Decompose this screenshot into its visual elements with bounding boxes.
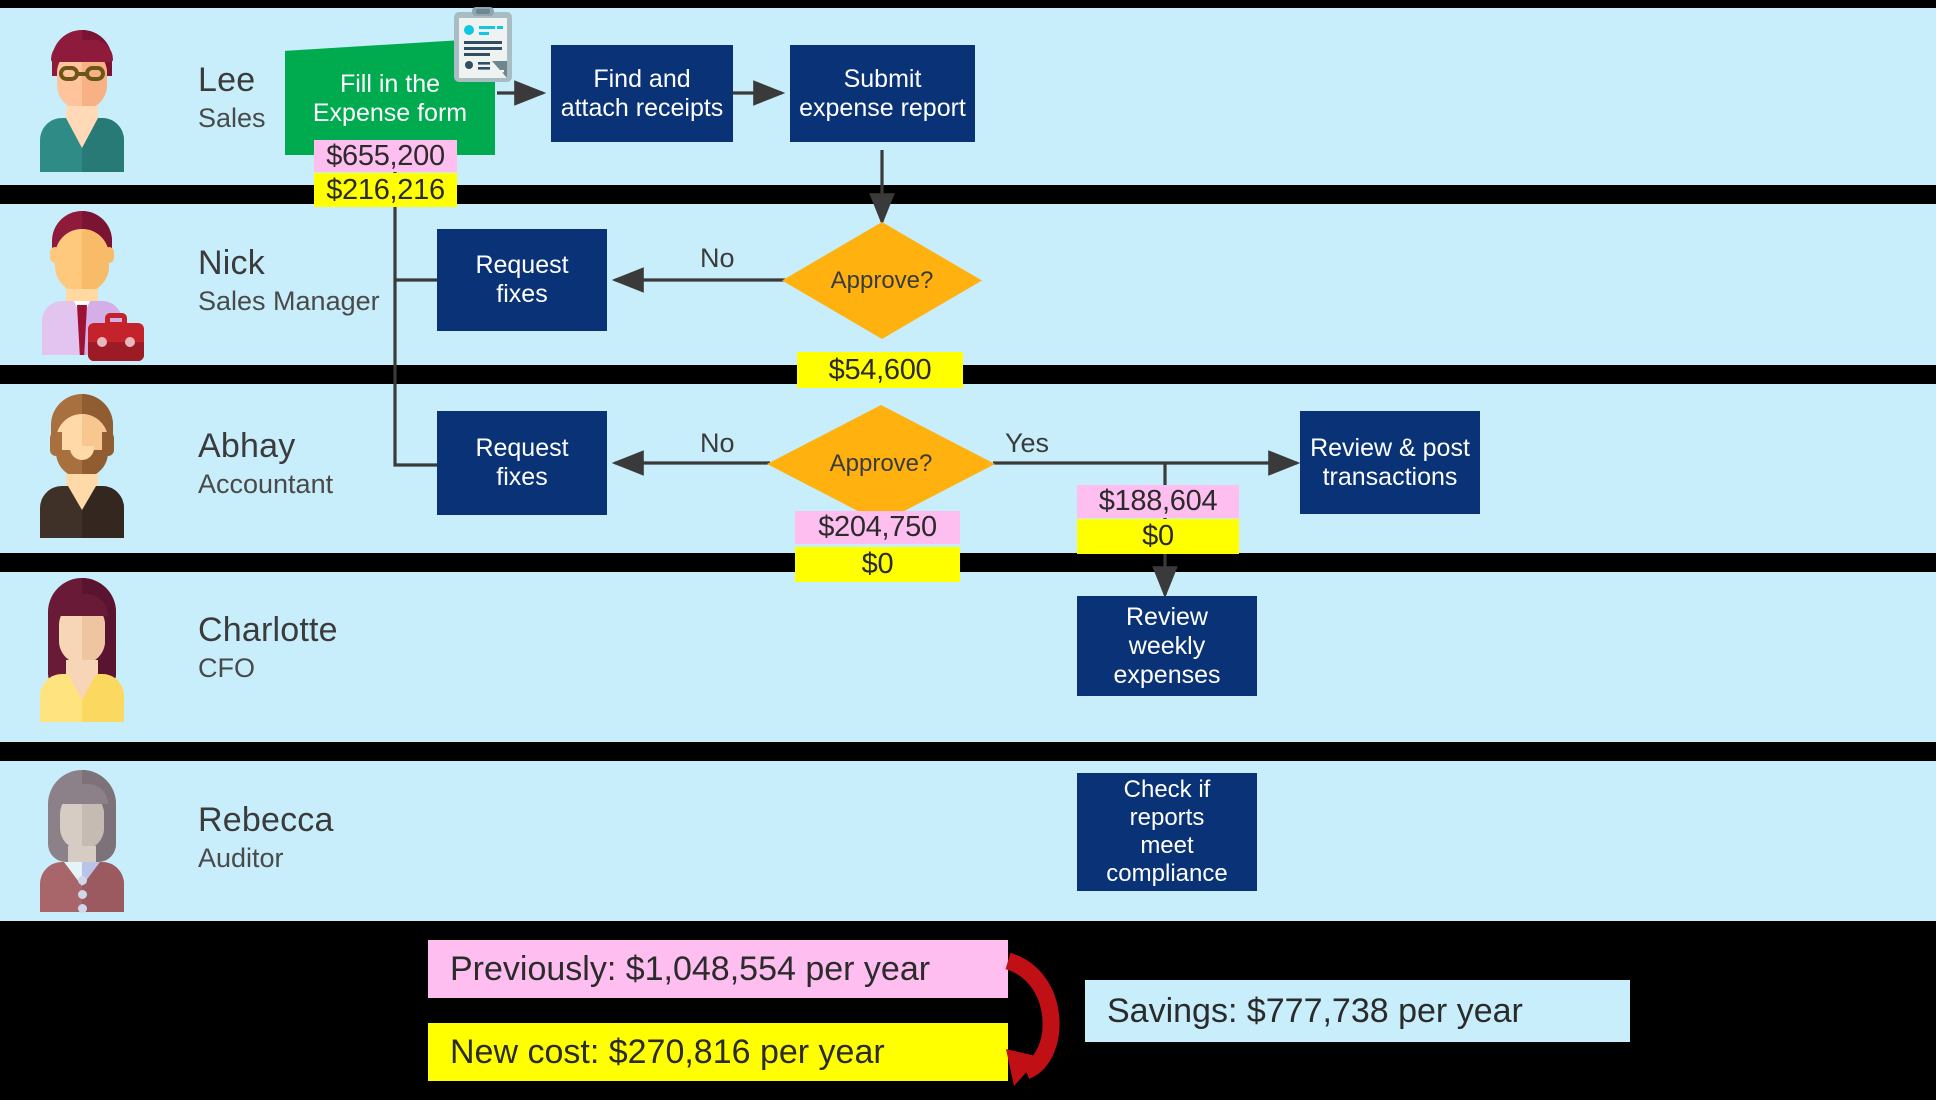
actor-rebecca: Rebecca Auditor — [26, 762, 334, 913]
avatar-nick — [26, 205, 144, 361]
node-label: Review & post transactions — [1310, 433, 1470, 491]
actor-lee: Lee Sales — [26, 22, 266, 172]
cost-transactions-new: $0 — [1077, 519, 1239, 554]
node-approve-accountant[interactable]: Approve? — [767, 405, 995, 523]
avatar-rebecca — [26, 762, 138, 913]
actor-nick: Nick Sales Manager — [26, 205, 380, 361]
avatar-abhay — [26, 388, 138, 538]
edge-label-manager-no: No — [700, 243, 735, 273]
node-label: Request fixes — [475, 434, 569, 491]
clipboard-icon — [452, 6, 514, 84]
node-submit-expense-report[interactable]: Submit expense report — [790, 45, 975, 142]
actor-role: CFO — [198, 652, 255, 683]
lane-divider-3 — [0, 553, 1936, 572]
node-review-post-transactions[interactable]: Review & post transactions — [1300, 411, 1480, 514]
edge-label-accountant-no: No — [700, 428, 735, 458]
actor-charlotte: Charlotte CFO — [26, 572, 338, 722]
node-review-weekly-expenses[interactable]: Review weekly expenses — [1077, 596, 1257, 696]
lane-divider-2 — [0, 365, 1936, 384]
node-label: Find and attach receipts — [560, 64, 724, 122]
cost-expense-form-new: $216,216 — [314, 173, 457, 207]
cost-accountant-approve-new: $0 — [795, 547, 960, 582]
node-request-fixes-manager[interactable]: Request fixes — [437, 229, 607, 331]
actor-name: Rebecca — [198, 800, 334, 839]
actor-role: Accountant — [198, 468, 334, 499]
cost-accountant-approve-previous: $204,750 — [795, 511, 960, 544]
node-label: Approve? — [829, 450, 933, 477]
summary-savings: Savings: $777,738 per year — [1085, 980, 1630, 1042]
node-label: Review weekly expenses — [1113, 602, 1221, 689]
cost-manager-approve-new: $54,600 — [797, 352, 963, 388]
node-request-fixes-accountant[interactable]: Request fixes — [437, 411, 607, 515]
node-approve-manager[interactable]: Approve? — [782, 222, 982, 339]
avatar-charlotte — [26, 572, 138, 722]
actor-role: Sales Manager — [198, 285, 380, 316]
actor-abhay: Abhay Accountant — [26, 388, 333, 538]
actor-name: Abhay — [198, 426, 296, 465]
actor-name: Lee — [198, 60, 256, 99]
curved-arrow-icon — [1000, 952, 1080, 1088]
node-check-compliance[interactable]: Check if reports meet compliance — [1077, 773, 1257, 891]
actor-role: Sales — [198, 102, 266, 133]
edge-label-accountant-yes: Yes — [1005, 428, 1050, 458]
node-label: Request fixes — [475, 251, 569, 308]
actor-name: Nick — [198, 243, 265, 282]
summary-previously: Previously: $1,048,554 per year — [428, 940, 1008, 998]
node-label: Check if reports meet compliance — [1106, 776, 1228, 887]
node-find-attach-receipts[interactable]: Find and attach receipts — [551, 45, 733, 142]
actor-name: Charlotte — [198, 610, 338, 649]
cost-transactions-previous: $188,604 — [1077, 485, 1239, 518]
lane-divider-1 — [0, 185, 1936, 204]
avatar-lee — [26, 22, 138, 172]
cost-expense-form-previous: $655,200 — [314, 140, 457, 172]
node-label: Submit expense report — [799, 64, 966, 122]
lane-divider-4 — [0, 742, 1936, 761]
swimlane-diagram: Lee Sales Nick Sales Manager Abhay Accou… — [0, 0, 1936, 1100]
node-label: Approve? — [830, 266, 934, 294]
summary-new-cost: New cost: $270,816 per year — [428, 1023, 1008, 1081]
actor-role: Auditor — [198, 842, 284, 873]
